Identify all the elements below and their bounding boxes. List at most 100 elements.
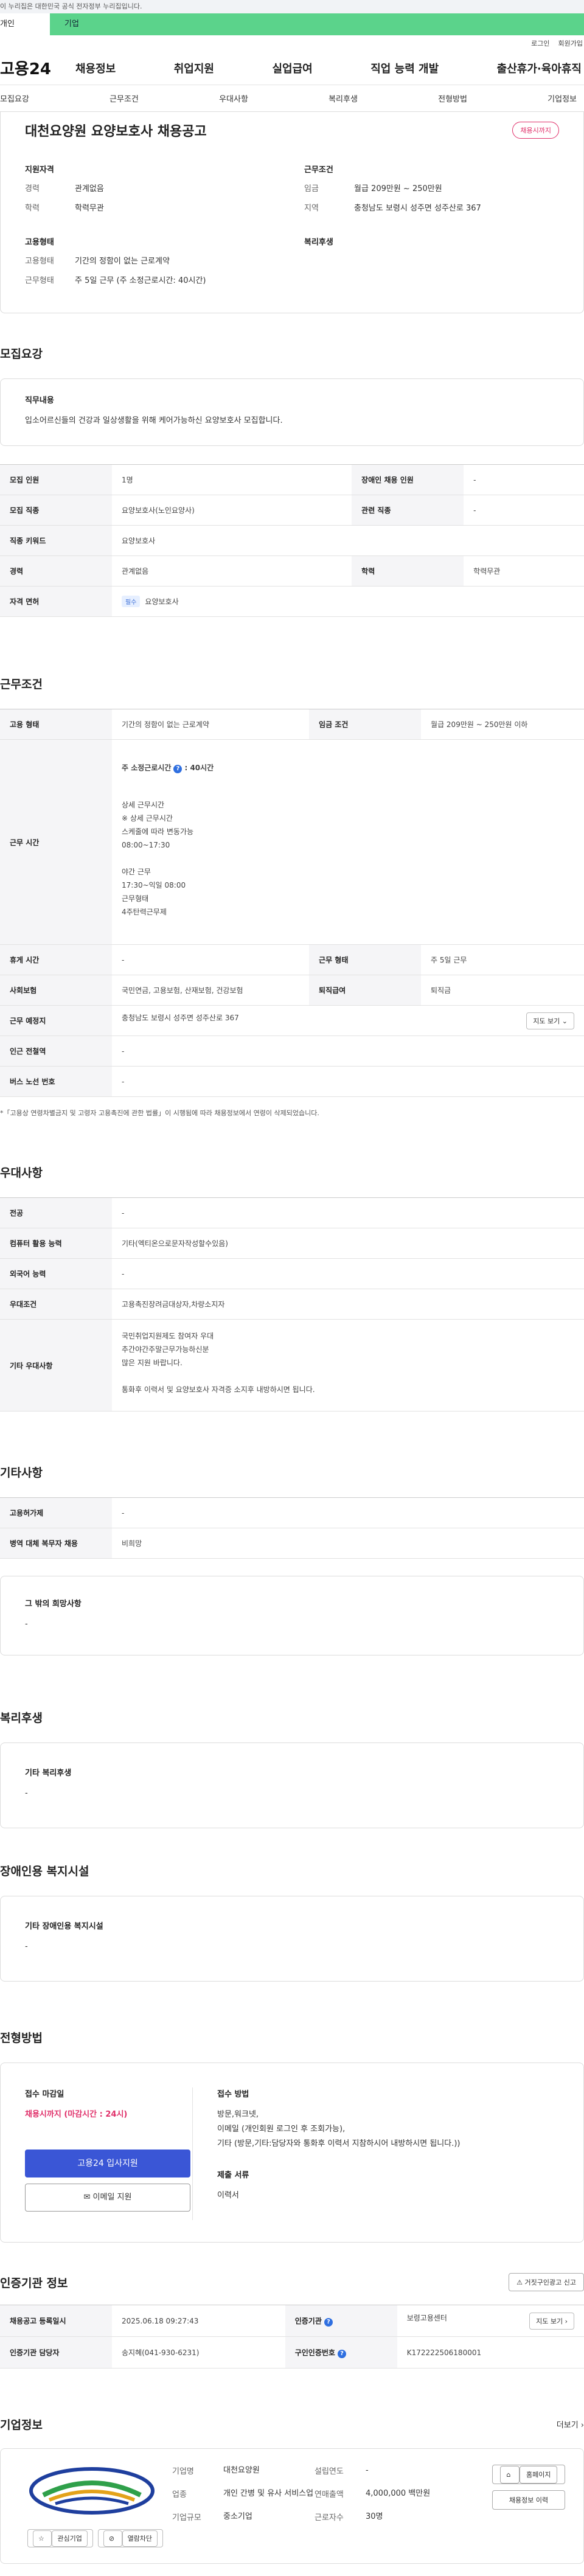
help-icon[interactable]: ?: [173, 765, 182, 773]
row-value: -: [112, 944, 310, 975]
help-icon[interactable]: ?: [324, 2317, 333, 2327]
block-company-button[interactable]: ⊘ 열람차단: [97, 2529, 164, 2547]
company-field-value: 4,000,000 백만원: [366, 2489, 431, 2498]
help-icon[interactable]: ?: [337, 2349, 346, 2358]
summary-label: 고용형태: [25, 257, 54, 266]
hours-detail: 상세 근무시간 ※ 상세 근무시간 스케줄에 따라 변동가능 08:00~17:…: [122, 801, 194, 916]
other-wishes-value: -: [25, 1620, 28, 1629]
table-row: 외국어 능력 -: [0, 1258, 584, 1289]
row-label: 컴퓨터 활용 능력: [0, 1228, 112, 1259]
gnb-item-unemployment-benefit[interactable]: 실업급여: [273, 60, 313, 76]
other-wishes-card: 그 밖의 희망사항 -: [0, 1576, 584, 1655]
row-label: 학력: [352, 555, 464, 587]
etc-section-title: 기타사항: [0, 1466, 43, 1480]
favorite-company-button[interactable]: ☆ 관심기업: [27, 2529, 93, 2547]
map-button[interactable]: 지도 보기 ⌄: [526, 1012, 574, 1029]
row-label: 구인인증번호: [294, 2348, 335, 2357]
job-summary-card: 대천요양원 요양보호사 채용공고 채용시까지 지원자격 경력 관계없음 학력 학력무…: [0, 112, 584, 313]
gov-banner: 이 누리집은 대한민국 공식 전자정부 누리집입니다.: [0, 0, 584, 13]
work-section-title: 근무조건: [0, 678, 43, 691]
row-value: 퇴직금: [421, 975, 584, 1006]
row-label: 고용 형태: [0, 709, 112, 740]
apply-button[interactable]: 고용24 입사지원: [25, 2150, 190, 2177]
anchor-tab-welfare[interactable]: 복리후생: [328, 92, 358, 104]
mail-icon: ✉: [83, 2193, 93, 2202]
disabled-value: -: [25, 1942, 28, 1951]
login-link[interactable]: 로그인: [531, 38, 549, 48]
anchor-tab-company[interactable]: 기업정보: [548, 92, 577, 104]
gnb-item-employment-support[interactable]: 취업지원: [174, 60, 214, 76]
row-label: 고용허가제: [0, 1497, 112, 1528]
tab-individual[interactable]: 개인: [0, 13, 50, 35]
row-value: -: [112, 1036, 584, 1067]
row-label: 모집 직종: [0, 495, 112, 526]
table-row: 채용공고 등록일시 2025.06.18 09:27:43 인증기관? 보령고용센터 지…: [0, 2305, 584, 2337]
table-row: 근무 예정지 충청남도 보령시 성주면 성주산로 367 지도 보기 ⌄: [0, 1005, 584, 1036]
tab-business[interactable]: 기업: [50, 13, 584, 35]
row-label: 외국어 능력: [0, 1258, 112, 1289]
row-value: 국민취업지원제도 참여자 우대 추간야간주말근무가능하신분 많은 지원 바랍니다…: [112, 1319, 584, 1412]
row-label: 근무 예정지: [0, 1005, 112, 1036]
email-apply-button[interactable]: ✉ 이메일 지원: [25, 2184, 190, 2212]
qualification-block: 지원자격 경력 관계없음 학력 학력무관: [25, 163, 280, 222]
company-card: ☆ 관심기업 ⊘ 열람차단 기업명 대천요양원 설립연도 - 업종 개인 간병 및 유…: [0, 2448, 584, 2564]
summary-label: 근무형태: [25, 276, 54, 285]
table-row: 직종 키워드 요양보호사: [0, 525, 584, 556]
table-row: 기타 우대사항 국민취업지원제도 참여자 우대 추간야간주말근무가능하신분 많은 …: [0, 1319, 584, 1412]
company-field-label: 기업명: [172, 2467, 194, 2476]
deadline-value: 채용시까지 (마감시간 : 24시): [25, 2110, 128, 2119]
row-value: 비희망: [112, 1528, 584, 1559]
row-label: 전공: [0, 1197, 112, 1228]
gnb-item-skills[interactable]: 직업 능력 개발: [370, 60, 439, 76]
report-button[interactable]: ⚠ 거짓구인광고 신고: [509, 2273, 584, 2291]
row-label: 모집 인원: [0, 464, 112, 495]
row-label: 장애인 채용 인원: [352, 464, 464, 495]
row-label: 직종 키워드: [0, 525, 112, 556]
warning-icon: ⚠: [516, 2278, 525, 2286]
anchor-tab-recruit[interactable]: 모집요강: [0, 92, 29, 104]
gnb-item-jobs[interactable]: 채용정보: [75, 60, 116, 76]
summary-label: 임금: [304, 184, 319, 193]
company-fields: 기업명 대천요양원 설립연도 - 업종 개인 간병 및 유사 서비스업 연매출액 4,0…: [172, 2461, 486, 2547]
hiring-history-button[interactable]: 채용정보 이력: [492, 2490, 565, 2510]
method-heading: 접수 방법: [217, 2090, 249, 2099]
row-value: 학력무관: [464, 555, 584, 587]
company-field-label: 연매출액: [315, 2490, 344, 2499]
row-value: 요양보호사: [112, 525, 584, 556]
row-value: 고용촉진장려금대상자,차량소지자: [112, 1289, 584, 1320]
table-row: 모집 직종 요양보호사(노인요양사) 관련 직종 -: [0, 495, 584, 526]
row-label: 우대조건: [0, 1289, 112, 1320]
row-label: 휴게 시간: [0, 944, 112, 975]
company-more-link[interactable]: 더보기 ›: [557, 2418, 584, 2430]
welfare-section-title: 복리후생: [0, 1711, 43, 1725]
company-field-label: 업종: [172, 2490, 187, 2499]
org-map-button[interactable]: 지도 보기 ›: [529, 2312, 574, 2330]
anchor-tab-work[interactable]: 근무조건: [109, 92, 139, 104]
work-table: 고용 형태 기간의 정함이 없는 근로계약 임금 조건 월급 209만원 ~ 250만…: [0, 709, 584, 1097]
anchor-tab-screening[interactable]: 전형방법: [438, 92, 467, 104]
homepage-button[interactable]: ⌂ 홈페이지: [492, 2465, 565, 2484]
row-value: 요양보호사: [145, 597, 179, 606]
company-field-label: 설립연도: [315, 2467, 344, 2476]
gnb-item-leave[interactable]: 출산휴가·육아휴직: [497, 60, 582, 76]
row-value: 관계없음: [112, 555, 352, 587]
recruit-table: 모집 인원 1명 장애인 채용 인원 - 모집 직종 요양보호사(노인요양사) 관련 직종…: [0, 464, 584, 617]
signup-link[interactable]: 회원가입: [558, 38, 583, 48]
member-type-tabs: 개인 기업: [0, 13, 584, 35]
deadline-heading: 접수 마감일: [25, 2090, 64, 2099]
home-icon: ⌂: [499, 2466, 520, 2484]
duty-text: 입소어르신들의 건강과 일상생활을 위해 케어가능하신 요양보호사 모집합니다.: [25, 416, 283, 425]
table-row: 모집 인원 1명 장애인 채용 인원 -: [0, 464, 584, 495]
company-field-label: 기업규모: [172, 2513, 201, 2522]
row-label: 사회보험: [0, 975, 112, 1006]
summary-label: 경력: [25, 184, 40, 193]
deadline-badge: 채용시까지: [512, 122, 559, 139]
row-value: 기간의 정함이 없는 근로계약: [112, 709, 310, 740]
anchor-tab-pref[interactable]: 우대사항: [219, 92, 248, 104]
cert-section-title: 인증기관 정보: [0, 2276, 68, 2290]
screening-card: 접수 마감일 채용시까지 (마감시간 : 24시) 고용24 입사지원 ✉ 이메…: [0, 2063, 584, 2243]
table-row: 컴퓨터 활용 능력 기타(엑티온으로문자작성할수있음): [0, 1228, 584, 1259]
screening-section-title: 전형방법: [0, 2031, 43, 2045]
summary-value: 충청남도 보령시 성주면 성주산로 367: [354, 204, 481, 213]
site-logo[interactable]: 고용24: [0, 57, 68, 79]
